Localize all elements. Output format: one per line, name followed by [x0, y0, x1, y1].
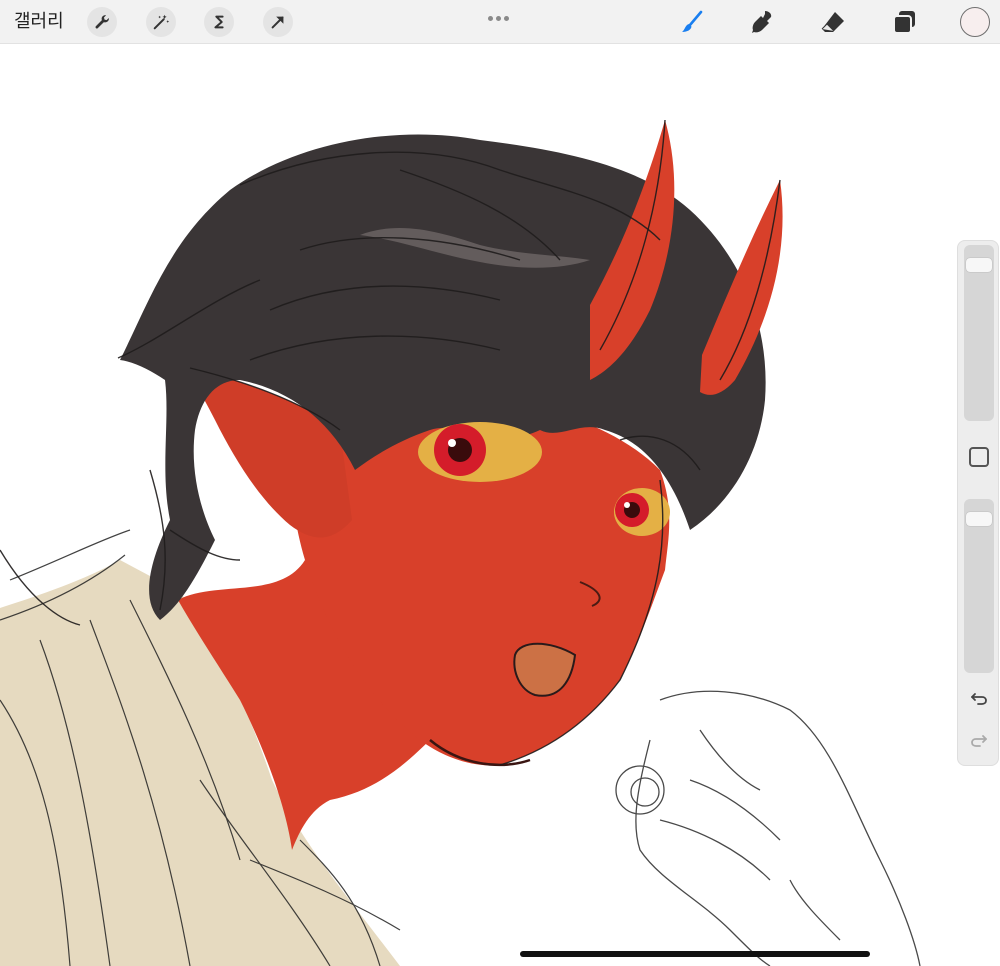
home-indicator[interactable]	[520, 951, 870, 957]
undo-button[interactable]	[967, 687, 991, 709]
redo-button[interactable]	[967, 729, 991, 751]
wrench-icon	[95, 15, 109, 29]
undo-arrow-icon	[971, 693, 987, 705]
redo-arrow-icon	[971, 735, 987, 747]
adjustments-button[interactable]	[146, 7, 176, 37]
brush-tool-button[interactable]	[676, 6, 708, 38]
opacity-thumb[interactable]	[966, 511, 992, 526]
opacity-slider[interactable]	[964, 499, 994, 673]
gallery-button[interactable]: 갤러리	[14, 8, 64, 36]
modify-button[interactable]	[969, 447, 989, 467]
brush-size-thumb[interactable]	[966, 258, 992, 273]
magic-wand-icon	[153, 14, 170, 30]
brush-size-slider[interactable]	[964, 245, 994, 421]
top-toolbar: 갤러리	[0, 0, 1000, 44]
color-picker-button[interactable]	[960, 7, 990, 37]
brush-icon	[682, 10, 703, 32]
actions-button[interactable]	[87, 7, 117, 37]
artwork-illustration	[0, 119, 921, 966]
side-bar	[957, 240, 999, 766]
drawing-canvas[interactable]	[0, 45, 1000, 966]
layers-icon	[893, 11, 915, 34]
layers-tool-button[interactable]	[888, 6, 920, 38]
grip-dots-icon[interactable]	[488, 8, 512, 21]
eraser-icon	[821, 12, 844, 32]
arrow-cursor-icon	[271, 16, 284, 29]
selection-button[interactable]	[204, 7, 234, 37]
transform-button[interactable]	[263, 7, 293, 37]
smudge-icon	[752, 11, 772, 33]
smudge-tool-button[interactable]	[746, 6, 778, 38]
eraser-tool-button[interactable]	[817, 6, 849, 38]
selection-s-icon	[214, 15, 224, 29]
